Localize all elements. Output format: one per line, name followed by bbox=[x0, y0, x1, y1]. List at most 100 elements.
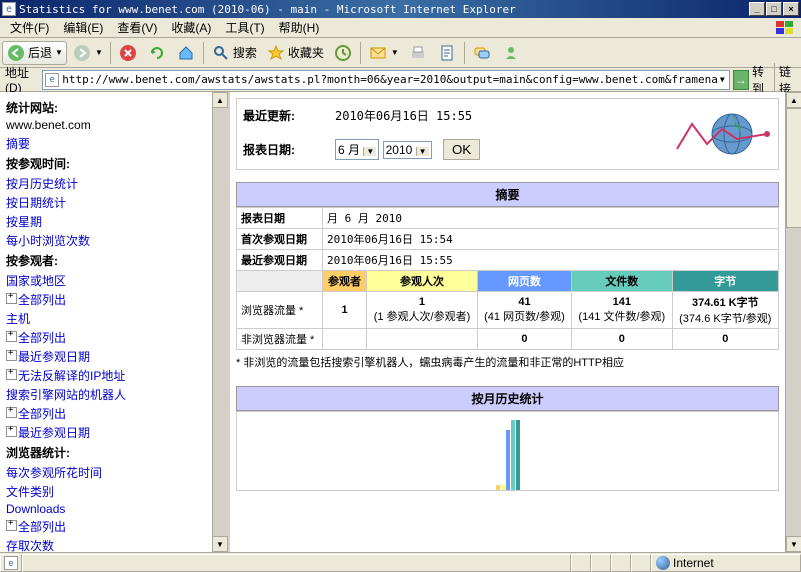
sidebar-link-summary[interactable]: 摘要 bbox=[6, 134, 202, 153]
sidebar-link-downloads-all[interactable]: 全部列出 bbox=[6, 517, 202, 536]
home-icon bbox=[176, 43, 196, 63]
scroll-up-icon[interactable]: ▲ bbox=[786, 92, 801, 108]
edit-icon bbox=[437, 43, 457, 63]
menubar: 文件(F) 编辑(E) 查看(V) 收藏(A) 工具(T) 帮助(H) bbox=[0, 18, 801, 38]
scroll-thumb[interactable] bbox=[786, 108, 801, 228]
col-files: 文件数 bbox=[572, 271, 673, 292]
menu-favorites[interactable]: 收藏(A) bbox=[165, 17, 217, 38]
first-visit-value: 2010年06月16日 15:54 bbox=[323, 229, 779, 250]
go-button[interactable]: → bbox=[733, 70, 749, 90]
globe-icon bbox=[656, 556, 670, 570]
chart-bar-files bbox=[511, 420, 515, 490]
mail-icon bbox=[368, 43, 388, 63]
table-row-notviewed: 非浏览器流量 * 0 0 0 bbox=[237, 329, 779, 350]
refresh-icon bbox=[147, 43, 167, 63]
forward-button[interactable]: ▼ bbox=[68, 41, 107, 65]
maximize-button[interactable]: □ bbox=[766, 2, 782, 16]
stop-icon bbox=[118, 43, 138, 63]
stop-button[interactable] bbox=[114, 41, 142, 65]
table-row-viewed: 浏览器流量 * 1 1(1 参观人次/参观者) 41(41 网页数/参观) 14… bbox=[237, 292, 779, 329]
menu-tools[interactable]: 工具(T) bbox=[219, 17, 270, 38]
address-url-text: http://www.benet.com/awstats/awstats.pl?… bbox=[62, 73, 718, 86]
sidebar-link-country[interactable]: 国家或地区 bbox=[6, 271, 202, 290]
main-scrollbar[interactable]: ▲ ▼ bbox=[785, 92, 801, 552]
print-icon bbox=[408, 43, 428, 63]
col-visitor: 参观者 bbox=[323, 271, 367, 292]
scroll-up-icon[interactable]: ▲ bbox=[212, 92, 228, 108]
stats-site-label: 统计网站: bbox=[6, 97, 202, 118]
sidebar-link-robots[interactable]: 搜索引擎网站的机器人 bbox=[6, 385, 202, 404]
address-input[interactable]: e http://www.benet.com/awstats/awstats.p… bbox=[42, 70, 729, 90]
chevron-down-icon[interactable]: ▼ bbox=[718, 75, 727, 84]
last-visit-label: 最近参观日期 bbox=[237, 250, 323, 271]
scroll-down-icon[interactable]: ▼ bbox=[212, 536, 228, 552]
monthly-chart bbox=[236, 411, 779, 491]
discuss-button[interactable] bbox=[468, 41, 496, 65]
mail-button[interactable]: ▼ bbox=[364, 41, 403, 65]
sidebar-link-host-all[interactable]: 全部列出 bbox=[6, 328, 202, 347]
scroll-down-icon[interactable]: ▼ bbox=[786, 536, 801, 552]
refresh-button[interactable] bbox=[143, 41, 171, 65]
history-button[interactable] bbox=[329, 41, 357, 65]
chart-bar-pages bbox=[506, 430, 510, 490]
chart-bar-visits bbox=[501, 485, 505, 490]
sidebar-link-filetype[interactable]: 文件类别 bbox=[6, 482, 202, 501]
sidebar-link-robots-last[interactable]: 最近参观日期 bbox=[6, 423, 202, 442]
menu-file[interactable]: 文件(F) bbox=[4, 17, 55, 38]
sidebar-link-monthly[interactable]: 按月历史统计 bbox=[6, 174, 202, 193]
update-info-table: 最近更新: 2010年06月16日 15:55 报表日期: 6 月 ▼ 2010… bbox=[236, 98, 779, 170]
summary-table: 报表日期 月 6 月 2010 首次参观日期 2010年06月16日 15:54… bbox=[236, 207, 779, 350]
year-select[interactable]: 2010 ▼ bbox=[383, 141, 432, 159]
print-button[interactable] bbox=[404, 41, 432, 65]
sidebar-link-duration[interactable]: 每次参观所花时间 bbox=[6, 463, 202, 482]
messenger-button[interactable] bbox=[497, 41, 525, 65]
ie-icon: e bbox=[2, 2, 16, 16]
col-bytes: 字节 bbox=[672, 271, 778, 292]
sidebar-link-weekday[interactable]: 按星期 bbox=[6, 212, 202, 231]
sidebar-link-country-all[interactable]: 全部列出 bbox=[6, 290, 202, 309]
content-area: 统计网站: www.benet.com 摘要 按参观时间: 按月历史统计 按日期… bbox=[0, 92, 801, 552]
status-zone: Internet bbox=[651, 554, 801, 572]
report-period-value: 月 6 月 2010 bbox=[323, 208, 779, 229]
col-visits: 参观人次 bbox=[367, 271, 478, 292]
main-content: 最近更新: 2010年06月16日 15:55 报表日期: 6 月 ▼ 2010… bbox=[230, 92, 801, 552]
star-icon bbox=[266, 43, 286, 63]
awstats-logo bbox=[672, 104, 772, 164]
ok-button[interactable]: OK bbox=[443, 139, 480, 160]
summary-header: 摘要 bbox=[236, 182, 779, 207]
edit-button[interactable] bbox=[433, 41, 461, 65]
close-button[interactable]: × bbox=[783, 2, 799, 16]
sidebar-link-downloads[interactable]: Downloads bbox=[6, 501, 202, 517]
address-label: 地址(D) bbox=[3, 64, 39, 95]
sidebar-link-host-last[interactable]: 最近参观日期 bbox=[6, 347, 202, 366]
window-title: Statistics for www.benet.com (2010-06) -… bbox=[19, 3, 749, 16]
menu-view[interactable]: 查看(V) bbox=[111, 17, 163, 38]
favorites-button[interactable]: 收藏夹 bbox=[262, 41, 328, 65]
menu-edit[interactable]: 编辑(E) bbox=[57, 17, 109, 38]
search-button[interactable]: 搜索 bbox=[207, 41, 261, 65]
sidebar-link-host-unresolved[interactable]: 无法反解译的IP地址 bbox=[6, 366, 202, 385]
menu-help[interactable]: 帮助(H) bbox=[273, 17, 326, 38]
sidebar-link-access[interactable]: 存取次数 bbox=[6, 536, 202, 552]
discuss-icon bbox=[472, 43, 492, 63]
sidebar-link-host[interactable]: 主机 bbox=[6, 309, 202, 328]
window-titlebar: e Statistics for www.benet.com (2010-06)… bbox=[0, 0, 801, 18]
home-button[interactable] bbox=[172, 41, 200, 65]
toolbar: 后退 ▼ ▼ 搜索 收藏夹 ▼ bbox=[0, 38, 801, 68]
month-select[interactable]: 6 月 ▼ bbox=[335, 139, 379, 160]
sidebar-header-byvisitor: 按参观者: bbox=[6, 250, 202, 271]
monthly-header: 按月历史统计 bbox=[236, 386, 779, 411]
chart-bar-visitor bbox=[496, 485, 500, 490]
sidebar: 统计网站: www.benet.com 摘要 按参观时间: 按月历史统计 按日期… bbox=[0, 92, 230, 552]
sidebar-link-robots-all[interactable]: 全部列出 bbox=[6, 404, 202, 423]
back-button[interactable]: 后退 ▼ bbox=[2, 41, 67, 65]
sidebar-link-hourly[interactable]: 每小时浏览次数 bbox=[6, 231, 202, 250]
last-update-value: 2010年06月16日 15:55 bbox=[335, 109, 472, 123]
last-visit-value: 2010年06月16日 15:55 bbox=[323, 250, 779, 271]
sidebar-header-browser: 浏览器统计: bbox=[6, 442, 202, 463]
address-bar: 地址(D) e http://www.benet.com/awstats/aws… bbox=[0, 68, 801, 92]
history-icon bbox=[333, 43, 353, 63]
sidebar-link-daily[interactable]: 按日期统计 bbox=[6, 193, 202, 212]
minimize-button[interactable]: _ bbox=[749, 2, 765, 16]
sidebar-scrollbar[interactable]: ▲ ▼ bbox=[212, 92, 228, 552]
